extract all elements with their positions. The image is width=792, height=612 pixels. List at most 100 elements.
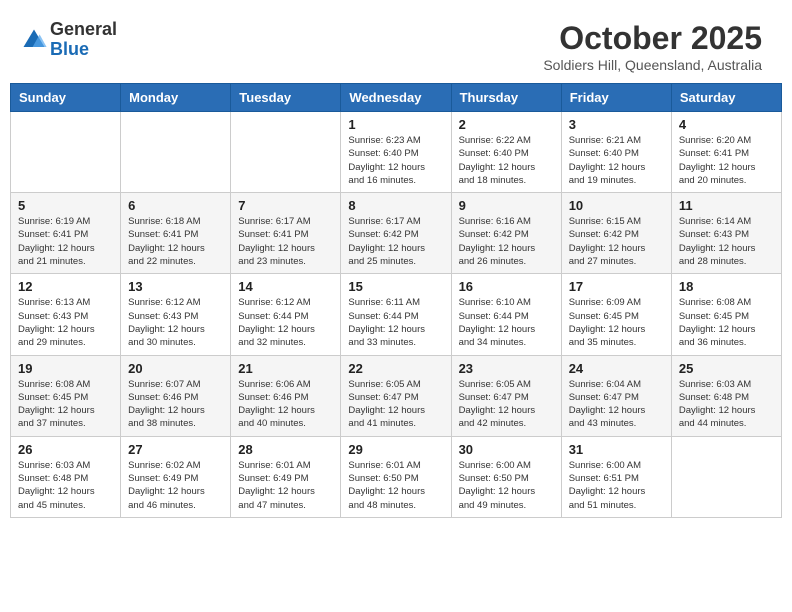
- day-number: 25: [679, 361, 774, 376]
- calendar-cell: 24 Sunrise: 6:04 AM Sunset: 6:47 PM Dayli…: [561, 355, 671, 436]
- weekday-header-thursday: Thursday: [451, 84, 561, 112]
- day-info: Sunrise: 6:11 AM Sunset: 6:44 PM Dayligh…: [348, 296, 443, 349]
- day-info: Sunrise: 6:08 AM Sunset: 6:45 PM Dayligh…: [18, 378, 113, 431]
- day-info: Sunrise: 6:18 AM Sunset: 6:41 PM Dayligh…: [128, 215, 223, 268]
- day-number: 20: [128, 361, 223, 376]
- location: Soldiers Hill, Queensland, Australia: [543, 57, 762, 73]
- calendar-cell: 5Sunrise: 6:19 AM Sunset: 6:41 PM Daylig…: [11, 193, 121, 274]
- day-info: Sunrise: 6:03 AM Sunset: 6:48 PM Dayligh…: [18, 459, 113, 512]
- day-info: Sunrise: 6:16 AM Sunset: 6:42 PM Dayligh…: [459, 215, 554, 268]
- calendar-table: SundayMondayTuesdayWednesdayThursdayFrid…: [10, 83, 782, 518]
- calendar-cell: 10Sunrise: 6:15 AM Sunset: 6:42 PM Dayli…: [561, 193, 671, 274]
- day-number: 24: [569, 361, 664, 376]
- calendar-week-4: 19 Sunrise: 6:08 AM Sunset: 6:45 PM Dayli…: [11, 355, 782, 436]
- day-info: Sunrise: 6:05 AM Sunset: 6:47 PM Dayligh…: [348, 378, 443, 431]
- day-number: 3: [569, 117, 664, 132]
- day-info: Sunrise: 6:05 AM Sunset: 6:47 PM Dayligh…: [459, 378, 554, 431]
- calendar-cell: 17 Sunrise: 6:09 AM Sunset: 6:45 PM Dayli…: [561, 274, 671, 355]
- calendar-cell: 25 Sunrise: 6:03 AM Sunset: 6:48 PM Dayli…: [671, 355, 781, 436]
- weekday-header-wednesday: Wednesday: [341, 84, 451, 112]
- day-info: Sunrise: 6:10 AM Sunset: 6:44 PM Dayligh…: [459, 296, 554, 349]
- page-header: General Blue October 2025 Soldiers Hill,…: [10, 10, 782, 78]
- calendar-cell: 7 Sunrise: 6:17 AM Sunset: 6:41 PM Daylig…: [231, 193, 341, 274]
- day-info: Sunrise: 6:03 AM Sunset: 6:48 PM Dayligh…: [679, 378, 774, 431]
- day-info: Sunrise: 6:01 AM Sunset: 6:49 PM Dayligh…: [238, 459, 333, 512]
- calendar-cell: 11 Sunrise: 6:14 AM Sunset: 6:43 PM Dayli…: [671, 193, 781, 274]
- calendar-cell: 26 Sunrise: 6:03 AM Sunset: 6:48 PM Dayli…: [11, 436, 121, 517]
- calendar-cell: 18 Sunrise: 6:08 AM Sunset: 6:45 PM Dayli…: [671, 274, 781, 355]
- calendar-cell: 9 Sunrise: 6:16 AM Sunset: 6:42 PM Daylig…: [451, 193, 561, 274]
- day-info: Sunrise: 6:17 AM Sunset: 6:42 PM Dayligh…: [348, 215, 443, 268]
- calendar-week-3: 12Sunrise: 6:13 AM Sunset: 6:43 PM Dayli…: [11, 274, 782, 355]
- calendar-cell: 1 Sunrise: 6:23 AM Sunset: 6:40 PM Daylig…: [341, 112, 451, 193]
- weekday-header-saturday: Saturday: [671, 84, 781, 112]
- calendar-cell: [671, 436, 781, 517]
- day-number: 22: [348, 361, 443, 376]
- calendar-week-1: 1 Sunrise: 6:23 AM Sunset: 6:40 PM Daylig…: [11, 112, 782, 193]
- logo-text: General Blue: [50, 20, 117, 60]
- day-info: Sunrise: 6:14 AM Sunset: 6:43 PM Dayligh…: [679, 215, 774, 268]
- day-info: Sunrise: 6:20 AM Sunset: 6:41 PM Dayligh…: [679, 134, 774, 187]
- day-number: 16: [459, 279, 554, 294]
- day-number: 11: [679, 198, 774, 213]
- day-number: 7: [238, 198, 333, 213]
- calendar-cell: 15 Sunrise: 6:11 AM Sunset: 6:44 PM Dayli…: [341, 274, 451, 355]
- day-number: 31: [569, 442, 664, 457]
- calendar-cell: 14Sunrise: 6:12 AM Sunset: 6:44 PM Dayli…: [231, 274, 341, 355]
- day-number: 23: [459, 361, 554, 376]
- day-number: 6: [128, 198, 223, 213]
- calendar-cell: 8 Sunrise: 6:17 AM Sunset: 6:42 PM Daylig…: [341, 193, 451, 274]
- calendar-cell: 21 Sunrise: 6:06 AM Sunset: 6:46 PM Dayli…: [231, 355, 341, 436]
- day-info: Sunrise: 6:08 AM Sunset: 6:45 PM Dayligh…: [679, 296, 774, 349]
- day-number: 21: [238, 361, 333, 376]
- day-info: Sunrise: 6:12 AM Sunset: 6:43 PM Dayligh…: [128, 296, 223, 349]
- calendar-week-5: 26 Sunrise: 6:03 AM Sunset: 6:48 PM Dayli…: [11, 436, 782, 517]
- day-info: Sunrise: 6:01 AM Sunset: 6:50 PM Dayligh…: [348, 459, 443, 512]
- month-title: October 2025: [543, 20, 762, 57]
- day-number: 12: [18, 279, 113, 294]
- day-number: 29: [348, 442, 443, 457]
- calendar-cell: 29 Sunrise: 6:01 AM Sunset: 6:50 PM Dayli…: [341, 436, 451, 517]
- day-number: 28: [238, 442, 333, 457]
- day-info: Sunrise: 6:22 AM Sunset: 6:40 PM Dayligh…: [459, 134, 554, 187]
- logo: General Blue: [20, 20, 117, 60]
- day-number: 15: [348, 279, 443, 294]
- day-number: 19: [18, 361, 113, 376]
- day-number: 14: [238, 279, 333, 294]
- day-number: 17: [569, 279, 664, 294]
- day-info: Sunrise: 6:06 AM Sunset: 6:46 PM Dayligh…: [238, 378, 333, 431]
- day-info: Sunrise: 6:21 AM Sunset: 6:40 PM Dayligh…: [569, 134, 664, 187]
- day-number: 26: [18, 442, 113, 457]
- logo-blue: Blue: [50, 39, 89, 59]
- day-number: 13: [128, 279, 223, 294]
- day-number: 1: [348, 117, 443, 132]
- calendar-cell: 3 Sunrise: 6:21 AM Sunset: 6:40 PM Daylig…: [561, 112, 671, 193]
- day-info: Sunrise: 6:09 AM Sunset: 6:45 PM Dayligh…: [569, 296, 664, 349]
- day-info: Sunrise: 6:15 AM Sunset: 6:42 PM Dayligh…: [569, 215, 664, 268]
- day-number: 4: [679, 117, 774, 132]
- day-info: Sunrise: 6:00 AM Sunset: 6:51 PM Dayligh…: [569, 459, 664, 512]
- calendar-cell: 20 Sunrise: 6:07 AM Sunset: 6:46 PM Dayli…: [121, 355, 231, 436]
- day-info: Sunrise: 6:07 AM Sunset: 6:46 PM Dayligh…: [128, 378, 223, 431]
- day-number: 30: [459, 442, 554, 457]
- day-number: 27: [128, 442, 223, 457]
- day-info: Sunrise: 6:02 AM Sunset: 6:49 PM Dayligh…: [128, 459, 223, 512]
- weekday-header-tuesday: Tuesday: [231, 84, 341, 112]
- day-info: Sunrise: 6:23 AM Sunset: 6:40 PM Dayligh…: [348, 134, 443, 187]
- day-number: 18: [679, 279, 774, 294]
- logo-icon: [20, 26, 48, 54]
- calendar-cell: 13 Sunrise: 6:12 AM Sunset: 6:43 PM Dayli…: [121, 274, 231, 355]
- calendar-cell: 2Sunrise: 6:22 AM Sunset: 6:40 PM Daylig…: [451, 112, 561, 193]
- title-section: October 2025 Soldiers Hill, Queensland, …: [543, 20, 762, 73]
- day-info: Sunrise: 6:17 AM Sunset: 6:41 PM Dayligh…: [238, 215, 333, 268]
- day-info: Sunrise: 6:04 AM Sunset: 6:47 PM Dayligh…: [569, 378, 664, 431]
- calendar-cell: 30 Sunrise: 6:00 AM Sunset: 6:50 PM Dayli…: [451, 436, 561, 517]
- day-info: Sunrise: 6:00 AM Sunset: 6:50 PM Dayligh…: [459, 459, 554, 512]
- calendar-cell: 19 Sunrise: 6:08 AM Sunset: 6:45 PM Dayli…: [11, 355, 121, 436]
- calendar-cell: 16 Sunrise: 6:10 AM Sunset: 6:44 PM Dayli…: [451, 274, 561, 355]
- day-number: 8: [348, 198, 443, 213]
- calendar-cell: 31 Sunrise: 6:00 AM Sunset: 6:51 PM Dayli…: [561, 436, 671, 517]
- day-number: 9: [459, 198, 554, 213]
- calendar-cell: 6 Sunrise: 6:18 AM Sunset: 6:41 PM Daylig…: [121, 193, 231, 274]
- calendar-cell: [231, 112, 341, 193]
